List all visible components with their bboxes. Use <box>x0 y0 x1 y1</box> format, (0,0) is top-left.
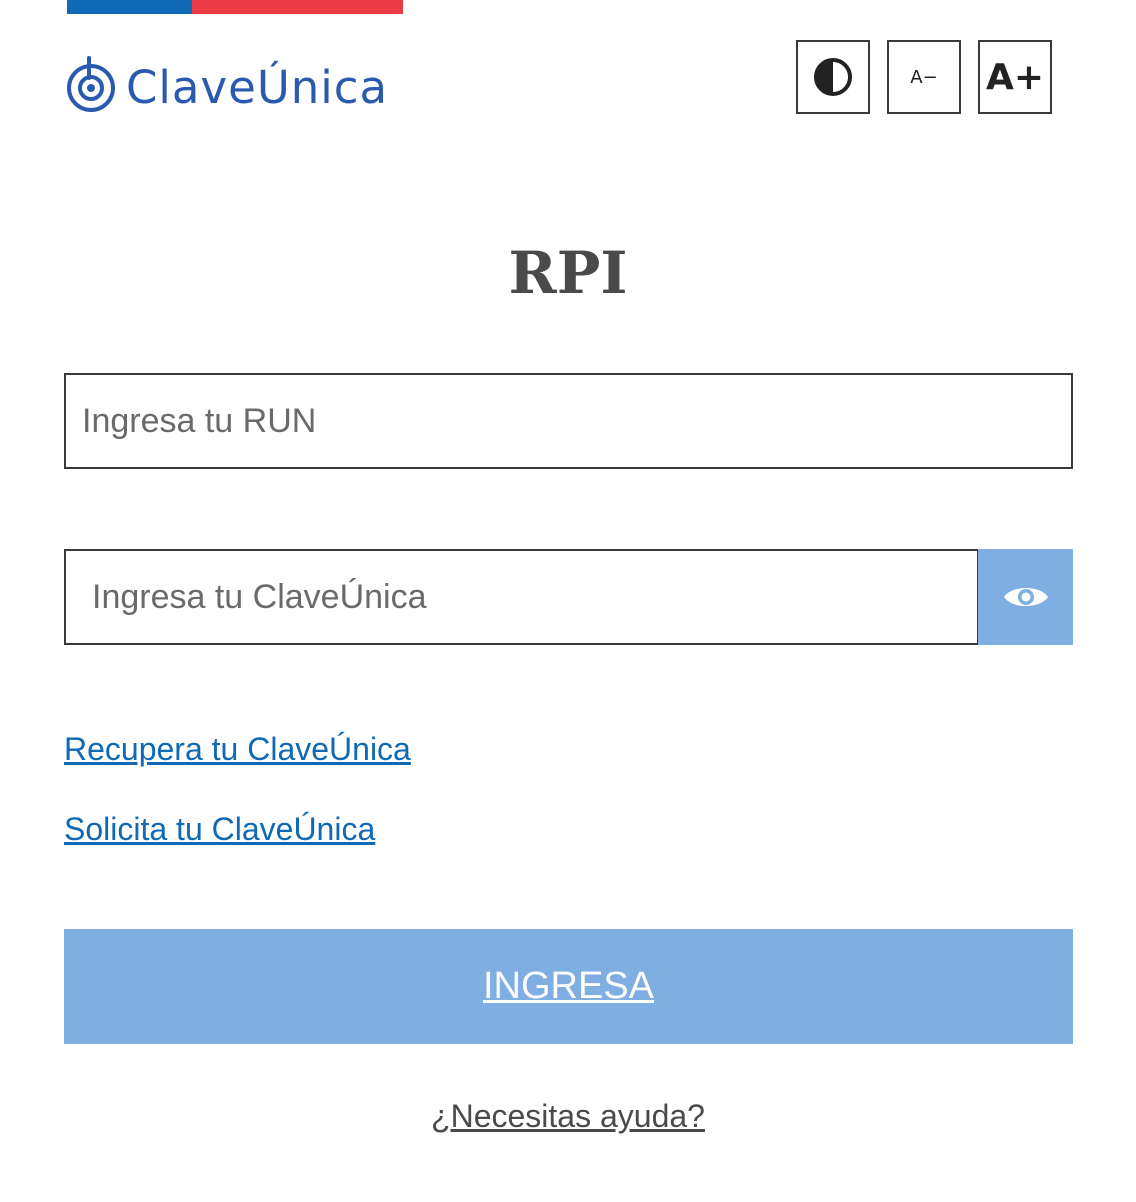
contrast-toggle-button[interactable] <box>796 40 870 114</box>
toggle-password-visibility-button[interactable] <box>978 549 1073 645</box>
flag-red-segment <box>192 0 403 14</box>
logo-text: ClaveÚnica <box>126 60 389 114</box>
request-password-link[interactable]: Solicita tu ClaveÚnica <box>64 809 375 849</box>
claveunica-logo-icon <box>67 56 115 112</box>
recover-password-link[interactable]: Recupera tu ClaveÚnica <box>64 729 411 769</box>
submit-login-button[interactable]: INGRESA <box>64 929 1073 1044</box>
eye-icon <box>1003 588 1048 606</box>
increase-font-button[interactable]: A+ <box>978 40 1052 114</box>
run-input[interactable] <box>64 373 1073 469</box>
contrast-icon <box>814 58 852 96</box>
decrease-font-button[interactable]: A− <box>887 40 961 114</box>
page-title: RPI <box>508 239 628 307</box>
flag-blue-segment <box>67 0 192 14</box>
gov-flag-bar <box>67 0 403 14</box>
help-link[interactable]: ¿Necesitas ayuda? <box>0 1096 1136 1136</box>
claveunica-logo: ClaveÚnica <box>66 56 388 114</box>
password-input[interactable] <box>64 549 979 645</box>
